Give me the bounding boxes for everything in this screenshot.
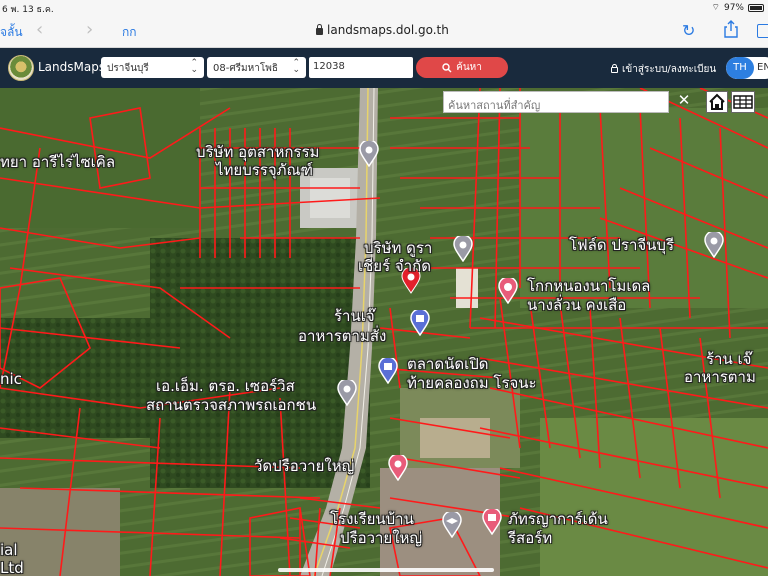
province-select[interactable]: ปราจีนบุรี ⌃ ⌄	[101, 57, 204, 78]
updown-chevron-icon: ⌃ ⌄	[190, 58, 198, 75]
updown-chevron-icon: ⌃ ⌄	[292, 58, 300, 75]
place-label: Ltd	[0, 559, 24, 576]
location-marker-icon[interactable]	[453, 236, 473, 262]
place-label: ทยา อารีไร่ไซเคิล	[0, 153, 116, 171]
url-text: landsmaps.dol.go.th	[327, 23, 449, 37]
school-marker-icon[interactable]	[442, 512, 462, 538]
place-label: ial	[0, 541, 18, 559]
temple-marker-icon[interactable]	[388, 455, 408, 481]
district-select[interactable]: 08-ศรีมหาโพธิ ⌃ ⌄	[207, 57, 306, 78]
back-arrow-icon[interactable]: ‹	[36, 19, 43, 40]
tabs-icon[interactable]	[757, 24, 768, 38]
place-label: รีสอร์ท	[508, 529, 553, 547]
place-label: อาหารตาม	[684, 368, 756, 386]
home-icon	[709, 93, 725, 110]
place-label: ร้านเจ๊	[334, 307, 375, 325]
language-toggle[interactable]: TH EN	[726, 57, 768, 79]
app-brand: LandsMaps	[38, 60, 106, 74]
address-bar[interactable]: landsmaps.dol.go.th	[316, 23, 449, 37]
share-icon[interactable]	[724, 20, 738, 38]
place-label: นางลั่วน คงเสือ	[527, 296, 627, 314]
market-marker-icon[interactable]	[378, 358, 398, 384]
browser-toolbar: จลั้น ‹ › กก landsmaps.dol.go.th ↻	[0, 16, 768, 48]
close-icon[interactable]: ✕	[676, 91, 692, 111]
wifi-icon: ⌔	[711, 3, 720, 13]
map-canvas[interactable]: ทยา อารีไร่ไซเคิล บริษัท อุตสาหกรรม ไทยบ…	[0, 88, 768, 576]
battery-percent: 97%	[723, 2, 744, 13]
place-label: บริษัท ดูรา	[364, 239, 433, 257]
place-label: อาหารตามสั่ง	[298, 327, 387, 345]
place-label: โฟล์ด ปราจีนบุรี	[569, 236, 674, 254]
lang-en-option[interactable]: EN	[757, 62, 768, 73]
grid-icon	[733, 95, 753, 109]
dol-logo	[8, 55, 34, 81]
padlock-icon	[611, 63, 618, 73]
place-label: ไทยบรรจุภัณฑ์	[216, 161, 313, 179]
home-view-button[interactable]	[706, 91, 728, 113]
search-button[interactable]: ค้นหา	[416, 57, 508, 78]
place-label: ร้าน เจ๊	[706, 350, 752, 368]
login-label: เข้าสู่ระบบ/ลงทะเบียน	[622, 64, 717, 75]
place-label: โกกหนองนาโมเดล	[527, 277, 651, 295]
place-label: nic	[0, 370, 22, 388]
restaurant-marker-icon[interactable]	[410, 310, 430, 336]
basemap-grid-button[interactable]	[731, 91, 755, 113]
search-icon	[442, 62, 452, 72]
location-marker-icon[interactable]	[359, 141, 379, 167]
app-navbar: LandsMaps ปราจีนบุรี ⌃ ⌄ 08-ศรีมหาโพธิ ⌃ ⌄…	[0, 48, 768, 88]
resort-marker-icon[interactable]	[482, 509, 502, 535]
login-link[interactable]: เข้าสู่ระบบ/ลงทะเบียน	[611, 62, 716, 77]
mine-marker-icon[interactable]	[498, 278, 518, 304]
forward-arrow-icon[interactable]: ›	[86, 19, 93, 40]
place-label: ท้ายคลองถม โรจนะ	[407, 374, 537, 392]
lang-th-option[interactable]: TH	[726, 57, 754, 79]
reader-text-size-button[interactable]: กก	[122, 23, 137, 42]
place-label: ภัทรญาการ์เด้น	[508, 510, 608, 528]
ios-status-bar: 6 พ. 13 ธ.ค. ⌔ 97%	[0, 0, 768, 16]
place-label: ปรือวายใหญ่	[340, 529, 423, 547]
search-button-label: ค้นหา	[456, 62, 482, 73]
sidebar-toggle[interactable]: จลั้น	[0, 23, 23, 42]
home-indicator	[278, 568, 494, 572]
place-label: บริษัท อุตสาหกรรม	[196, 143, 320, 161]
reload-icon[interactable]: ↻	[682, 21, 695, 40]
place-label: ตลาดนัดเปิด	[407, 355, 489, 373]
location-marker-icon[interactable]	[704, 232, 724, 258]
province-value: ปราจีนบุรี	[107, 63, 149, 74]
parcel-number-value: 12038	[313, 61, 345, 72]
status-time: 6 พ. 13 ธ.ค.	[2, 5, 54, 15]
lock-icon	[316, 23, 323, 35]
place-label: เอ.เอ็ม. ตรอ. เซอร์วิส	[156, 377, 295, 395]
battery-icon	[748, 3, 764, 12]
place-label: เชียร์ จำกัด	[358, 257, 431, 275]
parcel-number-input[interactable]: 12038	[309, 57, 413, 78]
location-marker-icon[interactable]	[337, 380, 357, 406]
district-value: 08-ศรีมหาโพธิ	[213, 63, 278, 74]
place-label: โรงเรียนบ้าน	[330, 510, 414, 528]
place-search-input[interactable]: ค้นหาสถานที่สำคัญ	[443, 91, 669, 113]
place-label: วัดปรือวายใหญ่	[254, 457, 355, 475]
place-label: สถานตรวจสภาพรถเอกชน	[146, 396, 317, 414]
